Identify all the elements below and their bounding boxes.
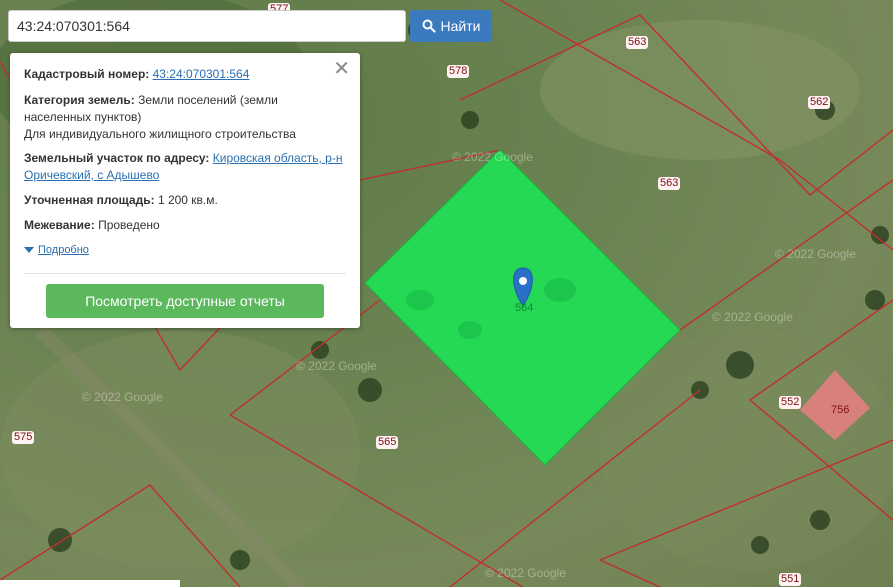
map-watermark: © 2022 Google (775, 247, 856, 261)
cadastral-label: Кадастровый номер: (24, 67, 150, 81)
details-toggle[interactable]: Подробно (24, 244, 89, 256)
bottom-bar (0, 580, 180, 587)
plot-label[interactable]: 563 (658, 177, 681, 190)
map-watermark: © 2022 Google (296, 359, 377, 373)
survey-value: Проведено (98, 218, 160, 232)
plot-label[interactable]: 552 (779, 396, 802, 409)
plot-label[interactable]: 756 (829, 404, 851, 417)
plot-label[interactable]: 562 (808, 96, 831, 109)
plot-label[interactable]: 563 (626, 36, 649, 49)
caret-down-icon (24, 247, 34, 253)
map-watermark: © 2022 Google (712, 310, 793, 324)
plot-label[interactable]: 551 (779, 573, 802, 586)
details-label: Подробно (38, 244, 89, 256)
category-label: Категория земель: (24, 93, 135, 107)
area-row: Уточненная площадь: 1 200 кв.м. (24, 192, 346, 209)
search-button-label: Найти (440, 18, 481, 34)
search-input[interactable]: 43:24:070301:564 (8, 10, 406, 42)
survey-label: Межевание: (24, 218, 95, 232)
address-row: Земельный участок по адресу: Кировская о… (24, 150, 346, 184)
plot-label[interactable]: 575 (12, 431, 35, 444)
map-watermark: © 2022 Google (82, 390, 163, 404)
search-icon (422, 19, 436, 33)
category-use: Для индивидуального жилищного строительс… (24, 127, 296, 141)
divider (24, 273, 346, 274)
search-input-value: 43:24:070301:564 (17, 18, 130, 34)
plot-label[interactable]: 564 (513, 302, 535, 315)
search-button[interactable]: Найти (410, 10, 492, 42)
cadastral-link[interactable]: 43:24:070301:564 (153, 67, 250, 81)
map-watermark: © 2022 Google (485, 566, 566, 580)
map-watermark: © 2022 Google (452, 150, 533, 164)
view-reports-button[interactable]: Посмотреть доступные отчеты (46, 284, 324, 318)
view-reports-label: Посмотреть доступные отчеты (85, 293, 285, 309)
category-row: Категория земель: Земли поселений (земли… (24, 92, 304, 143)
address-label: Земельный участок по адресу: (24, 151, 210, 165)
area-value: 1 200 кв.м. (157, 193, 218, 207)
parcel-info-panel: ✕ Кадастровый номер: 43:24:070301:564 Ка… (10, 53, 360, 328)
survey-row: Межевание: Проведено (24, 217, 346, 234)
plot-label[interactable]: 565 (376, 436, 399, 449)
cadastral-row: Кадастровый номер: 43:24:070301:564 (24, 66, 346, 83)
plot-label[interactable]: 578 (447, 65, 470, 78)
area-label: Уточненная площадь: (24, 193, 155, 207)
